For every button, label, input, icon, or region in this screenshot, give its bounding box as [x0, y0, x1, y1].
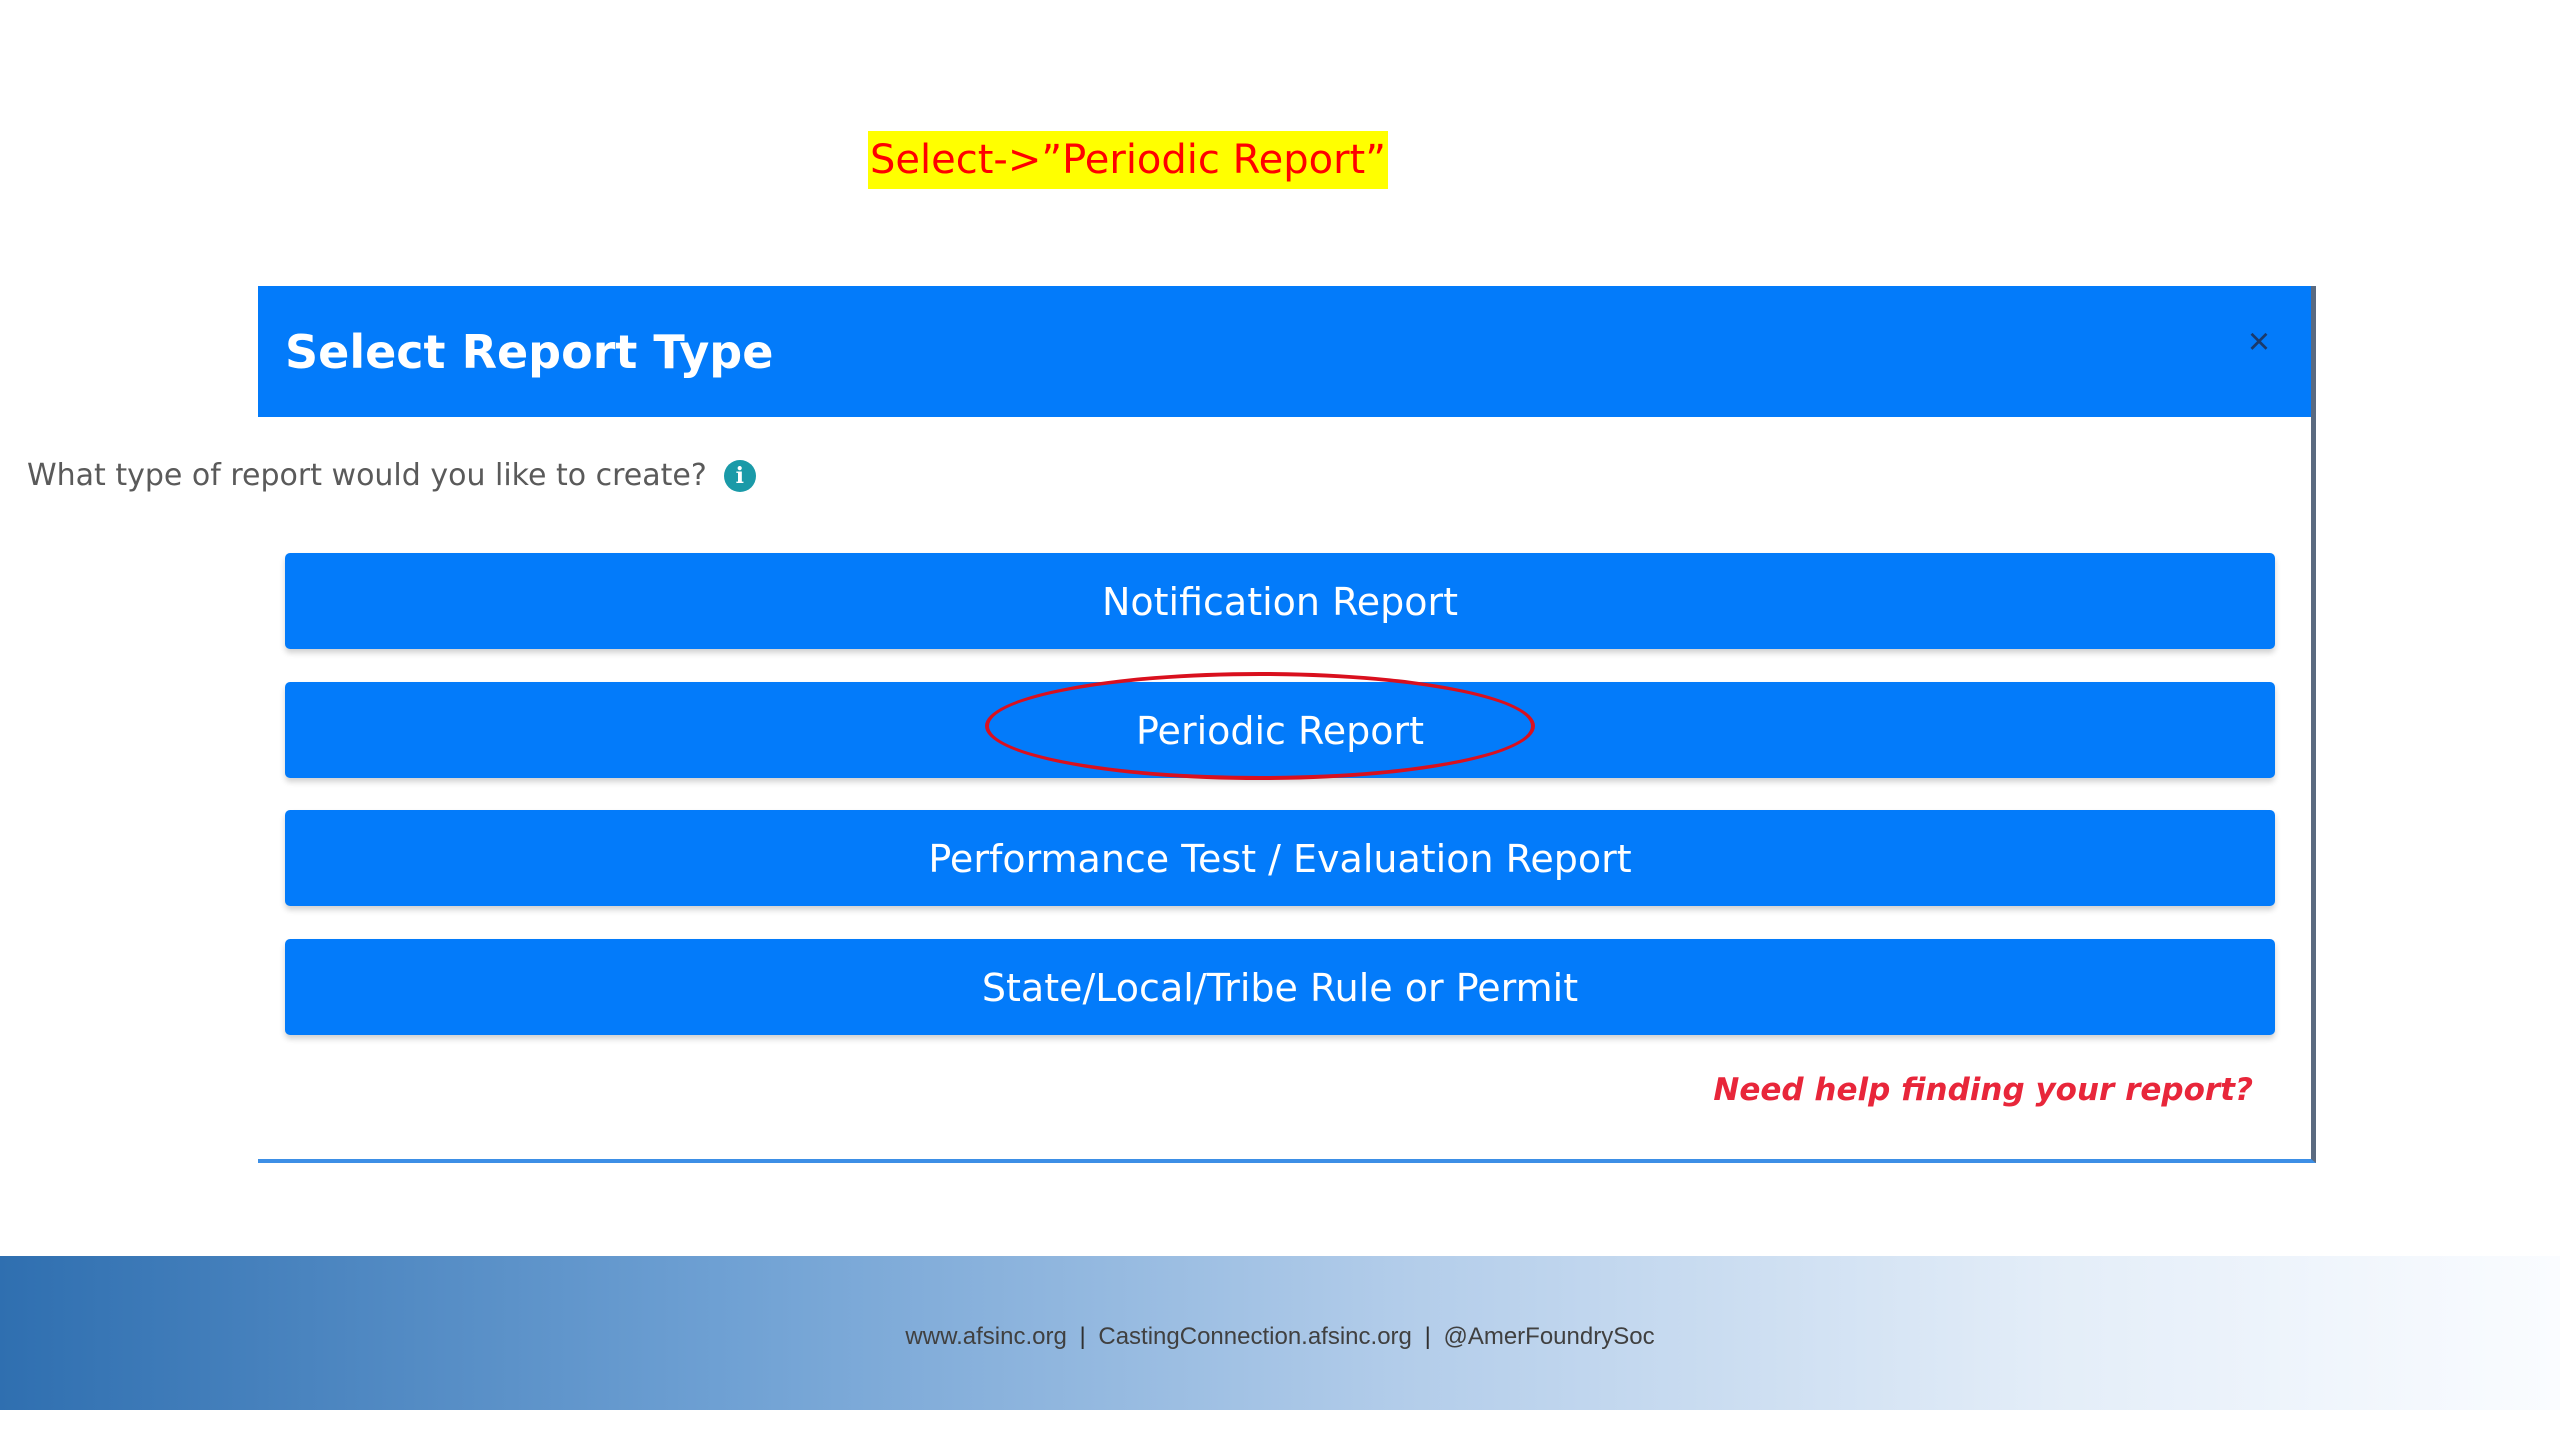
footer-links: www.afsinc.org | CastingConnection.afsin… — [0, 1320, 2560, 1354]
dialog-header: Select Report Type × — [258, 286, 2311, 417]
instruction-callout: Select->”Periodic Report” — [868, 131, 1388, 189]
prompt-row: What type of report would you like to cr… — [27, 456, 756, 496]
footer-site-link[interactable]: www.afsinc.org — [905, 1320, 1066, 1354]
notification-report-button[interactable]: Notification Report — [285, 553, 2275, 649]
dialog-title: Select Report Type — [285, 325, 774, 379]
need-help-link[interactable]: Need help finding your report? — [1713, 1068, 2253, 1112]
state-local-tribe-rule-permit-button[interactable]: State/Local/Tribe Rule or Permit — [285, 939, 2275, 1035]
footer-separator: | — [1079, 1323, 1086, 1350]
slide: Select->”Periodic Report” Select Report … — [0, 0, 2560, 1440]
prompt-text: What type of report would you like to cr… — [27, 458, 707, 493]
close-icon[interactable]: × — [2239, 322, 2279, 362]
footer-separator: | — [1424, 1323, 1431, 1350]
footer-casting-link[interactable]: CastingConnection.afsinc.org — [1098, 1320, 1412, 1354]
periodic-report-button[interactable]: Periodic Report — [285, 682, 2275, 778]
performance-test-evaluation-report-button[interactable]: Performance Test / Evaluation Report — [285, 810, 2275, 906]
footer-social-handle[interactable]: @AmerFoundrySoc — [1443, 1320, 1654, 1354]
info-icon[interactable]: i — [723, 460, 756, 492]
